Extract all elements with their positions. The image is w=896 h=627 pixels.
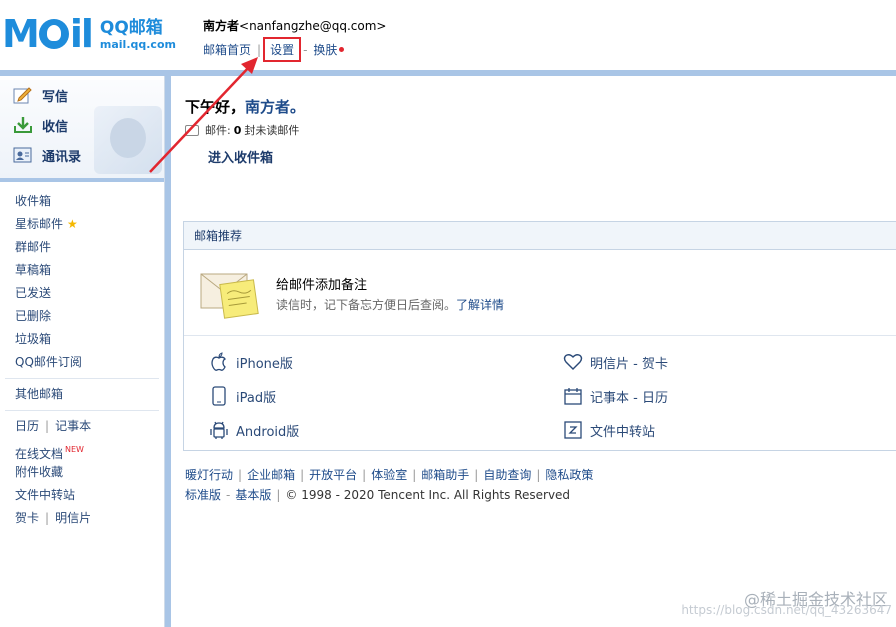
main-content: 下午好，南方者。 邮件: 0 封未读邮件 进入收件箱 邮箱推荐 给邮件添加备注 …: [171, 76, 896, 627]
calendar-link[interactable]: 日历: [15, 419, 39, 433]
notebook-calendar-link[interactable]: 记事本 - 日历: [562, 385, 668, 407]
nav-home-link[interactable]: 邮箱首页: [203, 41, 251, 58]
folder-inbox[interactable]: 收件箱: [0, 190, 164, 213]
feature-description: 读信时，记下备忘方便日后查阅。了解详情: [276, 298, 505, 312]
tablet-icon: [208, 385, 230, 407]
sticky-note-icon: [200, 273, 259, 319]
footer-copyright-row: 标准版 - 基本版 | © 1998 - 2020 Tencent Inc. All R…: [185, 488, 571, 502]
settings-highlight-box: 设置: [263, 37, 302, 62]
qq-mail-window: Mil QQ邮箱 mail.qq.com 南方者<nanfangzhe@qq.c…: [0, 0, 896, 627]
app-downloads: iPhone版 iPad版 Android版 明信片 - 贺卡 记事本 - 日历…: [184, 336, 896, 450]
qq-mail-logo[interactable]: Mil QQ邮箱 mail.qq.com: [2, 14, 176, 54]
star-icon: ★: [67, 217, 78, 231]
attachments-link[interactable]: 附件收藏: [0, 461, 164, 484]
folder-deleted[interactable]: 已删除: [0, 305, 164, 328]
heart-icon: [562, 351, 584, 373]
user-email: <nanfangzhe@qq.com>: [239, 19, 387, 33]
unread-summary: 邮件: 0 封未读邮件: [185, 122, 299, 138]
top-nav: 邮箱首页 | 设置 - 换肤: [203, 37, 345, 62]
footer-links: 暖灯行动 | 企业邮箱 | 开放平台 | 体验室 | 邮箱助手 | 自助查询 | 隐私政策: [185, 468, 594, 482]
basic-version-link[interactable]: 基本版: [235, 488, 271, 502]
footer-link[interactable]: 开放平台: [309, 468, 357, 482]
folder-sent[interactable]: 已发送: [0, 282, 164, 305]
feature-title: 给邮件添加备注: [276, 278, 368, 293]
sidebar-divider: [5, 378, 159, 379]
learn-more-link[interactable]: 了解详情: [456, 298, 504, 312]
folder-spam[interactable]: 垃圾箱: [0, 328, 164, 351]
postcard-card-link[interactable]: 明信片 - 贺卡: [562, 351, 668, 373]
footer-link[interactable]: 邮箱助手: [421, 468, 469, 482]
online-docs-link[interactable]: 在线文档 NEW: [0, 438, 164, 461]
inbox-download-icon: [12, 115, 34, 135]
folder-drafts[interactable]: 草稿箱: [0, 259, 164, 282]
envelope-icon: [185, 124, 199, 136]
greeting: 下午好，南方者。: [185, 98, 306, 116]
folder-starred[interactable]: 星标邮件 ★: [0, 213, 164, 236]
footer-link[interactable]: 体验室: [371, 468, 407, 482]
new-badge: NEW: [65, 445, 84, 454]
header: Mil QQ邮箱 mail.qq.com 南方者<nanfangzhe@qq.c…: [0, 0, 896, 70]
notebook-link[interactable]: 记事本: [55, 419, 91, 433]
feature-card: 给邮件添加备注 读信时，记下备忘方便日后查阅。了解详情: [184, 250, 896, 336]
logo-mark: Mil: [2, 12, 94, 56]
folder-group[interactable]: 群邮件: [0, 236, 164, 259]
sidebar-divider: [5, 410, 159, 411]
logo-title: QQ邮箱: [99, 18, 163, 38]
greeting-name: 南方者。: [245, 98, 306, 116]
copyright: © 1998 - 2020 Tencent Inc. All Rights Re…: [285, 488, 571, 502]
user-name: 南方者: [203, 19, 240, 33]
file-transfer-app-link[interactable]: 文件中转站: [562, 419, 655, 441]
footer: 暖灯行动 | 企业邮箱 | 开放平台 | 体验室 | 邮箱助手 | 自助查询 | 隐私政策 标准版 - 基本…: [185, 465, 593, 505]
contacts-icon: [12, 145, 34, 165]
footer-link[interactable]: 隐私政策: [545, 468, 593, 482]
nav-skin-link[interactable]: 换肤: [313, 41, 337, 58]
skin-notification-dot: [339, 47, 345, 52]
unread-count: 0: [233, 123, 242, 137]
enter-inbox-link[interactable]: 进入收件箱: [208, 147, 273, 166]
footer-link[interactable]: 企业邮箱: [247, 468, 295, 482]
user-info: 南方者<nanfangzhe@qq.com>: [203, 17, 386, 34]
pencil-icon: [12, 85, 34, 105]
qq-penguin-watermark: [94, 106, 162, 174]
watermark-url: https://blog.csdn.net/qq_43263647: [681, 603, 892, 617]
folder-list: 收件箱 星标邮件 ★ 群邮件 草稿箱 已发送 已删除 垃圾箱 QQ邮件订阅 其他邮…: [0, 182, 164, 530]
recommendation-title: 邮箱推荐: [184, 222, 896, 250]
file-transfer-link[interactable]: 文件中转站: [0, 484, 164, 507]
file-transfer-icon: [562, 419, 584, 441]
footer-link[interactable]: 暖灯行动: [185, 468, 233, 482]
apple-icon: [208, 351, 230, 373]
android-app-link[interactable]: Android版: [208, 419, 299, 441]
standard-version-link[interactable]: 标准版: [185, 488, 221, 502]
calendar-icon: [562, 385, 584, 407]
postcard-link[interactable]: 明信片: [55, 511, 91, 525]
nav-settings-link[interactable]: 设置: [270, 43, 294, 57]
greeting-card-link[interactable]: 贺卡: [15, 511, 39, 525]
quick-actions: 写信 收信 通讯录: [0, 80, 164, 182]
logo-url: mail.qq.com: [99, 38, 176, 51]
android-icon: [208, 419, 230, 441]
sidebar: 写信 收信 通讯录 收件箱 星标邮件 ★ 群邮件 草稿箱 已发送 已删除 垃圾箱…: [0, 76, 165, 627]
folder-subscriptions[interactable]: QQ邮件订阅: [0, 351, 164, 374]
tools-card-postcard: 贺卡 | 明信片: [15, 511, 92, 525]
tools-calendar-notebook: 日历 | 记事本: [15, 419, 92, 433]
recommendation-panel: 邮箱推荐 给邮件添加备注 读信时，记下备忘方便日后查阅。了解详情 iPhone版…: [183, 221, 896, 451]
ipad-app-link[interactable]: iPad版: [208, 385, 276, 407]
footer-link[interactable]: 自助查询: [483, 468, 531, 482]
iphone-app-link[interactable]: iPhone版: [208, 351, 293, 373]
folder-other-mailboxes[interactable]: 其他邮箱: [0, 383, 164, 406]
